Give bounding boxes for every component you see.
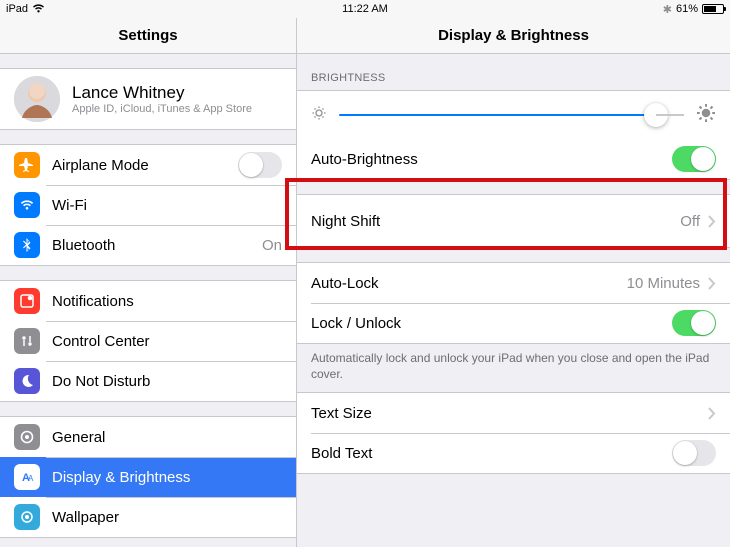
display-icon: AA bbox=[14, 464, 40, 490]
sidebar-item-airplane[interactable]: Airplane Mode bbox=[0, 145, 296, 185]
sun-dim-icon bbox=[311, 105, 327, 125]
lock-unlock-footer: Automatically lock and unlock your iPad … bbox=[297, 344, 730, 392]
auto-lock-value: 10 Minutes bbox=[627, 275, 700, 292]
battery-percent: 61% bbox=[676, 3, 698, 15]
settings-sidebar: Settings Lance Whitney Apple ID, iCloud,… bbox=[0, 18, 297, 547]
airplane-icon bbox=[14, 152, 40, 178]
wifi-icon bbox=[14, 192, 40, 218]
sidebar-item-bluetooth[interactable]: Bluetooth On bbox=[0, 225, 296, 265]
moon-icon bbox=[14, 368, 40, 394]
profile-group: Lance Whitney Apple ID, iCloud, iTunes &… bbox=[0, 68, 296, 130]
device-label: iPad bbox=[6, 3, 28, 15]
avatar bbox=[14, 76, 60, 122]
clock: 11:22 AM bbox=[342, 3, 388, 15]
auto-brightness-toggle[interactable] bbox=[672, 146, 716, 172]
bold-text-toggle[interactable] bbox=[672, 440, 716, 466]
chevron-right-icon bbox=[708, 215, 716, 228]
sidebar-item-control-center[interactable]: Control Center bbox=[0, 321, 296, 361]
section-brightness-label: BRIGHTNESS bbox=[297, 54, 730, 90]
bluetooth-status-icon: ✱ bbox=[663, 3, 672, 16]
row-night-shift[interactable]: Night Shift Off bbox=[297, 195, 730, 247]
notifications-icon bbox=[14, 288, 40, 314]
brightness-slider[interactable] bbox=[297, 91, 730, 139]
sidebar-item-dnd[interactable]: Do Not Disturb bbox=[0, 361, 296, 401]
airplane-toggle[interactable] bbox=[238, 152, 282, 178]
status-bar: iPad 11:22 AM ✱ 61% bbox=[0, 0, 730, 18]
row-lock-unlock[interactable]: Lock / Unlock bbox=[297, 303, 730, 343]
sidebar-item-notifications[interactable]: Notifications bbox=[0, 281, 296, 321]
detail-pane: Display & Brightness BRIGHTNESS Auto-Bri… bbox=[297, 18, 730, 547]
wallpaper-icon bbox=[14, 504, 40, 530]
sidebar-item-general[interactable]: General bbox=[0, 417, 296, 457]
row-bold-text[interactable]: Bold Text bbox=[297, 433, 730, 473]
sidebar-item-wifi[interactable]: Wi-Fi bbox=[0, 185, 296, 225]
lock-unlock-toggle[interactable] bbox=[672, 310, 716, 336]
sidebar-item-display[interactable]: AA Display & Brightness bbox=[0, 457, 296, 497]
battery-icon bbox=[702, 4, 724, 14]
wifi-signal-icon bbox=[32, 3, 45, 16]
profile-name: Lance Whitney bbox=[72, 83, 252, 103]
detail-title: Display & Brightness bbox=[297, 18, 730, 54]
svg-text:A: A bbox=[28, 474, 34, 483]
control-center-icon bbox=[14, 328, 40, 354]
chevron-right-icon bbox=[708, 277, 716, 290]
profile-sub: Apple ID, iCloud, iTunes & App Store bbox=[72, 103, 252, 115]
row-text-size[interactable]: Text Size bbox=[297, 393, 730, 433]
night-shift-value: Off bbox=[680, 213, 700, 230]
row-auto-lock[interactable]: Auto-Lock 10 Minutes bbox=[297, 263, 730, 303]
chevron-right-icon bbox=[708, 407, 716, 420]
sidebar-item-apple-id[interactable]: Lance Whitney Apple ID, iCloud, iTunes &… bbox=[0, 69, 296, 129]
sidebar-item-wallpaper[interactable]: Wallpaper bbox=[0, 497, 296, 537]
bluetooth-icon bbox=[14, 232, 40, 258]
bluetooth-value: On bbox=[262, 237, 282, 254]
gear-icon bbox=[14, 424, 40, 450]
sun-bright-icon bbox=[696, 103, 716, 127]
row-auto-brightness[interactable]: Auto-Brightness bbox=[297, 139, 730, 179]
sidebar-title: Settings bbox=[0, 18, 296, 54]
